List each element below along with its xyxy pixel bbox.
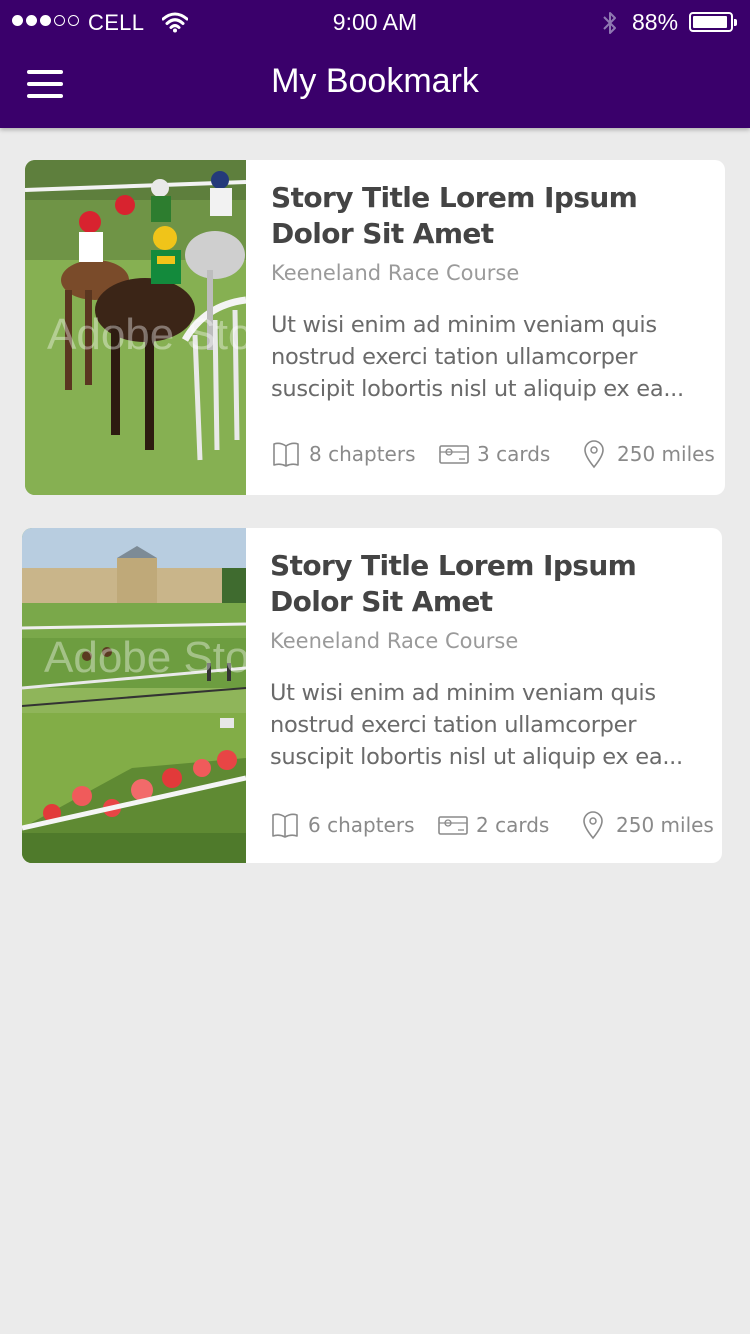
chapters-count: 8 chapters <box>271 439 416 469</box>
story-location: Keeneland Race Course <box>270 629 519 653</box>
location-pin-icon <box>583 811 603 840</box>
distance-info: 250 miles <box>578 810 714 840</box>
story-description: Ut wisi enim ad minim veniam quis nostru… <box>270 680 683 770</box>
image-watermark: Adobe Stoc <box>47 310 246 359</box>
card-content: Story Title Lorem Ipsum Dolor Sit Amet K… <box>270 528 722 863</box>
location-pin-icon <box>584 440 604 469</box>
story-thumbnail: Adobe Stoc <box>25 160 246 495</box>
image-watermark: Adobe Stoc <box>44 633 246 682</box>
story-meta: 6 chapters 2 cards 250 miles <box>270 810 720 840</box>
card-icon <box>439 445 469 464</box>
page-title: My Bookmark <box>271 62 479 100</box>
story-title[interactable]: Story Title Lorem Ipsum Dolor Sit Amet <box>270 548 690 620</box>
distance-info: 250 miles <box>579 439 715 469</box>
story-title[interactable]: Story Title Lorem Ipsum Dolor Sit Amet <box>271 180 691 252</box>
status-bar: CELL 9:00 AM 88% <box>0 0 750 44</box>
cards-count: 3 cards <box>439 439 550 469</box>
app-header: CELL 9:00 AM 88% My Bookmark <box>0 0 750 128</box>
bookmark-card[interactable]: Adobe Stoc Story Title Lorem Ipsum Dolor… <box>22 528 722 863</box>
story-description: Ut wisi enim ad minim veniam quis nostru… <box>271 312 684 402</box>
card-content: Story Title Lorem Ipsum Dolor Sit Amet K… <box>271 160 725 495</box>
racecourse-image <box>22 528 246 863</box>
card-icon <box>438 816 468 835</box>
story-meta: 8 chapters 3 cards 250 miles <box>271 439 721 469</box>
cards-count: 2 cards <box>438 810 549 840</box>
chapters-count: 6 chapters <box>270 810 415 840</box>
story-location: Keeneland Race Course <box>271 261 520 285</box>
battery-icon <box>689 12 737 32</box>
book-icon <box>273 442 299 467</box>
bookmark-card[interactable]: Adobe Stoc Story Title Lorem Ipsum Dolor… <box>25 160 725 495</box>
bluetooth-icon <box>603 12 616 34</box>
battery-percent: 88% <box>632 9 679 35</box>
story-thumbnail: Adobe Stoc <box>22 528 246 863</box>
book-icon <box>272 813 298 838</box>
